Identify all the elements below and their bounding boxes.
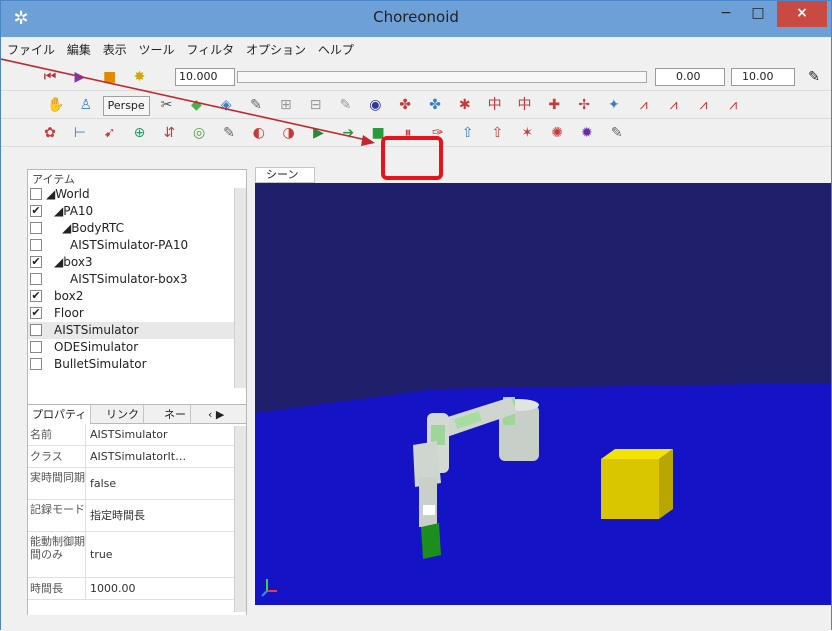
callout-arrow — [1, 58, 375, 146]
app-window: ✲ Choreonoid − □ × ファイル 編集 表示 ツール フィルタ オ… — [0, 0, 832, 631]
status-bar — [1, 615, 831, 631]
